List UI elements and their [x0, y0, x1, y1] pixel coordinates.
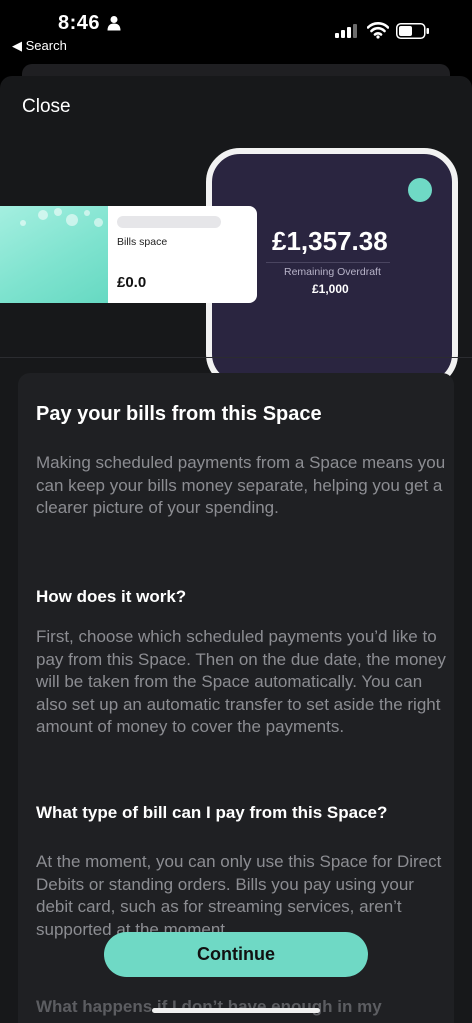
home-indicator[interactable] [152, 1008, 320, 1013]
balance-divider [266, 262, 390, 263]
cellular-signal-icon [335, 24, 357, 38]
space-card-image [0, 206, 108, 303]
space-card-name: Bills space [117, 236, 168, 248]
hero-divider [0, 357, 472, 358]
overdraft-label: Remaining Overdraft [284, 266, 381, 278]
section-body-bill-types: At the moment, you can only use this Spa… [36, 852, 442, 939]
section-body-how-it-works: First, choose which scheduled payments y… [36, 627, 446, 736]
info-title: Pay your bills from this Space [36, 403, 322, 425]
phone-indicator-dot [408, 178, 432, 202]
status-bar: 8:46 ◀ Search [0, 0, 472, 60]
phone-balance: £1,357.38 [272, 226, 388, 256]
close-button[interactable]: Close [22, 96, 71, 118]
continue-button[interactable]: Continue [104, 932, 368, 977]
section-heading-not-enough: What happens if I don’t have enough in m… [36, 997, 382, 1016]
info-intro: Making scheduled payments from a Space m… [36, 453, 446, 517]
space-card-placeholder-bar [117, 216, 221, 228]
space-card-amount: £0.0 [117, 274, 147, 291]
battery-icon [396, 23, 429, 39]
section-heading-how-it-works: How does it work? [36, 587, 187, 606]
bills-space-sheet: Close £1,357.38 Remaining Overdraft £1,0… [0, 76, 472, 1023]
overdraft-amount: £1,000 [312, 282, 349, 296]
status-time: 8:46 [58, 12, 101, 34]
space-card-illustration: Bills space £0.0 [0, 206, 257, 303]
person-icon [107, 16, 121, 31]
hero-illustration: £1,357.38 Remaining Overdraft £1,000 Bil… [0, 136, 472, 388]
wifi-icon [367, 22, 389, 39]
info-card: Pay your bills from this Space Making sc… [18, 373, 454, 1023]
back-to-search-link[interactable]: ◀ Search [12, 38, 67, 54]
section-heading-bill-types: What type of bill can I pay from this Sp… [36, 803, 388, 822]
